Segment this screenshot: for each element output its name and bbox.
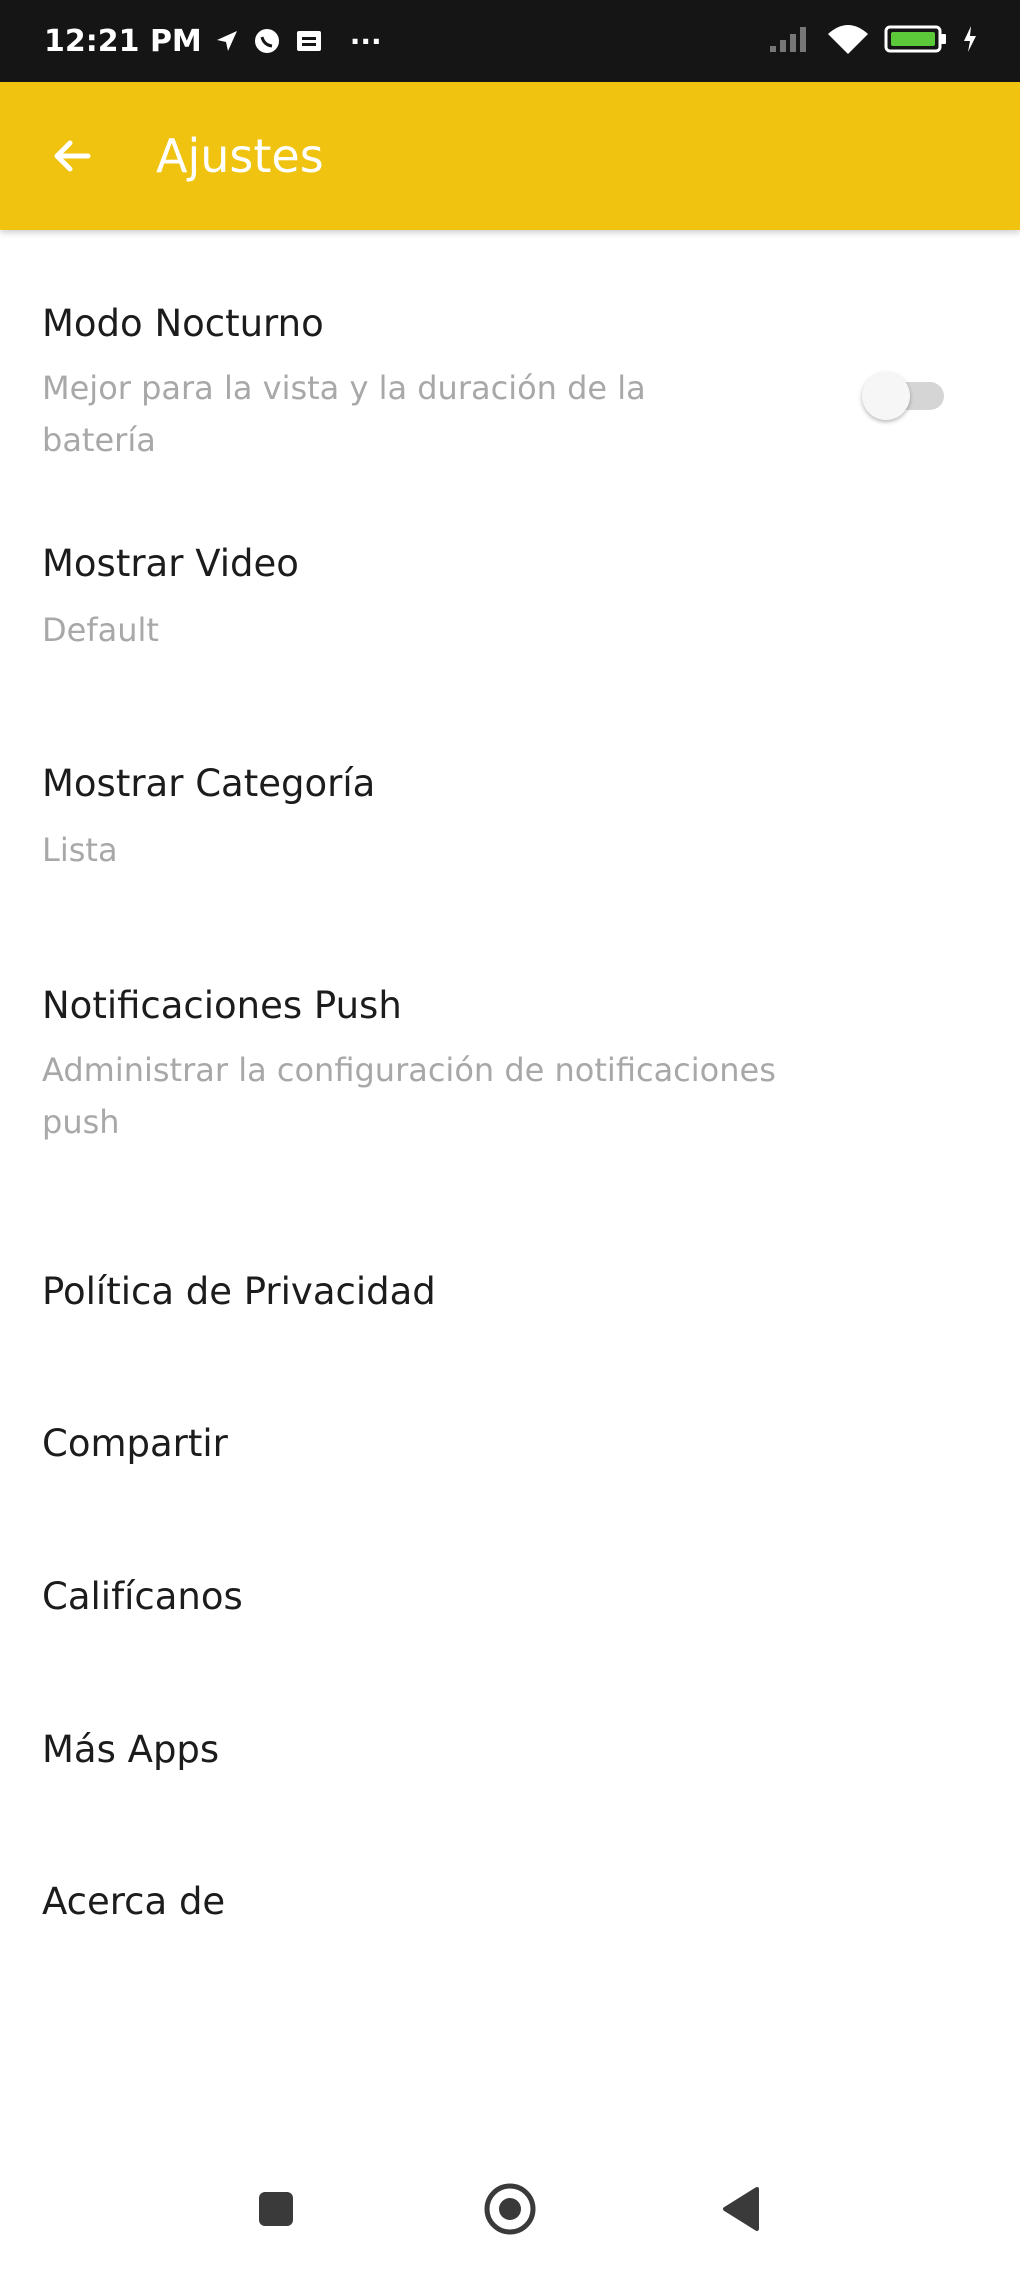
back-button[interactable] bbox=[40, 124, 104, 188]
status-bar: 12:21 PM ··· bbox=[0, 0, 1020, 82]
setting-title: Mostrar Video bbox=[42, 542, 299, 585]
setting-title: Mostrar Categoría bbox=[42, 762, 376, 805]
home-icon bbox=[484, 2183, 536, 2235]
setting-more-apps[interactable]: Más Apps bbox=[0, 1688, 1020, 1828]
signal-icon bbox=[768, 24, 812, 58]
status-time: 12:21 PM bbox=[44, 23, 202, 59]
charging-icon bbox=[962, 24, 978, 58]
setting-subtitle: Default bbox=[42, 611, 159, 649]
setting-title: Más Apps bbox=[42, 1728, 220, 1771]
night-mode-toggle[interactable] bbox=[862, 372, 954, 420]
message-icon bbox=[294, 26, 324, 56]
setting-show-video[interactable]: Mostrar Video Default bbox=[0, 462, 1020, 660]
arrow-left-icon bbox=[54, 140, 91, 172]
setting-subtitle: Lista bbox=[42, 831, 118, 869]
setting-subtitle: Administrar la configuración de notifica… bbox=[42, 1051, 776, 1141]
battery-icon bbox=[884, 23, 948, 59]
whatsapp-icon bbox=[252, 26, 282, 56]
setting-rate-us[interactable]: Califícanos bbox=[0, 1535, 1020, 1675]
setting-about[interactable]: Acerca de bbox=[0, 1840, 1020, 1980]
nav-back-button[interactable] bbox=[708, 2176, 774, 2242]
status-left: 12:21 PM ··· bbox=[44, 0, 382, 82]
setting-title: Notificaciones Push bbox=[42, 984, 402, 1027]
nav-home-button[interactable] bbox=[477, 2176, 543, 2242]
setting-push-notifications[interactable]: Notificaciones Push Administrar la confi… bbox=[0, 902, 1020, 1152]
setting-subtitle: Mejor para la vista y la duración de la … bbox=[42, 369, 646, 459]
nav-recents-button[interactable] bbox=[243, 2176, 309, 2242]
toggle-thumb bbox=[862, 372, 910, 420]
back-icon bbox=[723, 2187, 759, 2231]
setting-title: Acerca de bbox=[42, 1880, 226, 1923]
navigation-icon bbox=[214, 28, 240, 54]
status-right bbox=[768, 0, 978, 82]
wifi-icon bbox=[826, 22, 870, 60]
setting-show-category[interactable]: Mostrar Categoría Lista bbox=[0, 682, 1020, 880]
setting-share[interactable]: Compartir bbox=[0, 1382, 1020, 1522]
setting-title: Política de Privacidad bbox=[42, 1270, 436, 1313]
app-bar: Ajustes bbox=[0, 82, 1020, 230]
setting-title: Compartir bbox=[42, 1422, 228, 1465]
page-title: Ajustes bbox=[156, 129, 324, 183]
setting-title: Califícanos bbox=[42, 1575, 243, 1618]
more-notifications-icon: ··· bbox=[349, 24, 382, 58]
setting-title: Modo Nocturno bbox=[42, 302, 324, 345]
setting-privacy-policy[interactable]: Política de Privacidad bbox=[0, 1230, 1020, 1370]
system-nav-bar bbox=[0, 2150, 1020, 2270]
recents-icon bbox=[259, 2192, 293, 2226]
setting-night-mode[interactable]: Modo Nocturno Mejor para la vista y la d… bbox=[0, 260, 1020, 459]
